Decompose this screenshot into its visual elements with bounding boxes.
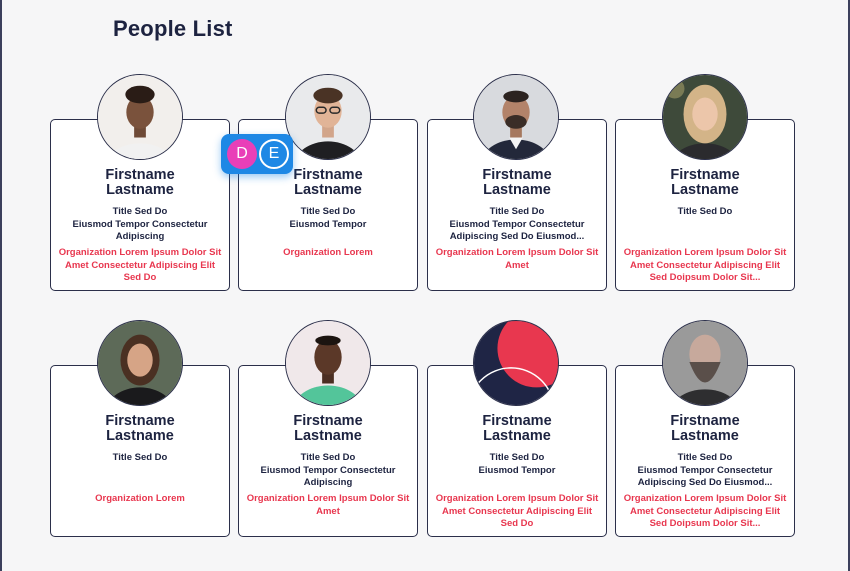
person-organization: Organization Lorem Ipsum Dolor Sit Amet [246,493,410,517]
person-firstname: Firstname [105,167,175,183]
person-title: Title Sed Do Eiusmod Tempor [478,452,556,476]
person-lastname: Lastname [106,428,174,444]
person-title: Title Sed Do Eiusmod Tempor Consectetur … [260,452,396,488]
avatar[interactable] [662,74,748,160]
avatar[interactable] [285,320,371,406]
person-lastname: Lastname [483,428,551,444]
avatar[interactable] [473,74,559,160]
person-organization: Organization Lorem Ipsum Dolor Sit Amet … [435,493,599,529]
person-firstname: Firstname [105,413,175,429]
person-firstname: Firstname [670,413,740,429]
person-lastname: Lastname [671,182,739,198]
collaborator-avatar-e[interactable]: E [259,139,289,169]
person-lastname: Lastname [294,182,362,198]
person-title: Title Sed Do [112,452,168,463]
person-lastname: Lastname [294,428,362,444]
avatar[interactable] [97,320,183,406]
person-lastname: Lastname [671,428,739,444]
avatar[interactable] [662,320,748,406]
frame-left-border [0,0,2,571]
person-firstname: Firstname [482,413,552,429]
person-organization: Organization Lorem Ipsum Dolor Sit Amet … [58,247,222,283]
person-title: Title Sed Do Eiusmod Tempor Consectetur … [637,452,773,488]
person-firstname: Firstname [482,167,552,183]
page-title: People List [113,16,233,41]
person-title: Title Sed Do Eiusmod Tempor Consectetur … [449,206,585,242]
collaborator-avatar-d[interactable]: D [227,139,257,169]
avatar[interactable] [97,74,183,160]
person-title: Title Sed Do Eiusmod Tempor [289,206,367,230]
person-organization: Organization Lorem Ipsum Dolor Sit Amet … [623,493,787,529]
person-title: Title Sed Do [677,206,733,217]
avatar-placeholder[interactable] [473,320,559,406]
person-firstname: Firstname [670,167,740,183]
person-title: Title Sed Do Eiusmod Tempor Consectetur … [72,206,208,242]
person-organization: Organization Lorem Ipsum Dolor Sit Amet … [623,247,787,283]
avatar[interactable] [285,74,371,160]
person-organization: Organization Lorem Ipsum Dolor Sit Amet [435,247,599,271]
person-lastname: Lastname [106,182,174,198]
person-firstname: Firstname [293,413,363,429]
collaborator-presence[interactable]: D E [221,134,293,174]
person-organization: Organization Lorem [95,493,185,504]
person-lastname: Lastname [483,182,551,198]
person-organization: Organization Lorem [283,247,373,258]
